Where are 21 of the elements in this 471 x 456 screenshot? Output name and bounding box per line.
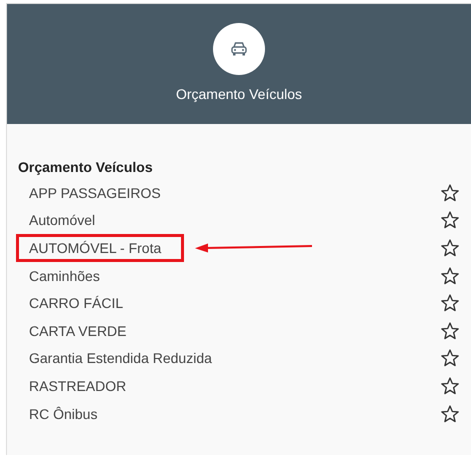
star-icon[interactable] — [440, 404, 460, 424]
star-icon[interactable] — [440, 266, 460, 286]
star-icon[interactable] — [440, 320, 460, 341]
star-icon[interactable] — [440, 348, 460, 368]
menu-link[interactable]: RC Ônibus — [26, 400, 120, 428]
menu-link[interactable]: RASTREADOR — [26, 372, 150, 400]
star-icon[interactable] — [440, 238, 460, 258]
car-icon — [213, 23, 265, 75]
star-icon[interactable] — [440, 210, 460, 230]
menu-link[interactable]: APP PASSAGEIROS — [26, 178, 184, 207]
menu-link[interactable]: Automóvel — [26, 206, 118, 234]
menu-link[interactable]: Garantia Estendida Reduzida — [26, 344, 235, 372]
group-heading: Orçamento Veículos — [18, 159, 154, 175]
star-icon[interactable] — [440, 293, 460, 314]
menu-link[interactable]: CARRO FÁCIL — [26, 289, 146, 318]
menu-link[interactable]: CARTA VERDE — [26, 316, 150, 345]
star-icon[interactable] — [440, 376, 460, 396]
panel-title: Orçamento Veículos — [176, 86, 302, 102]
star-icon[interactable] — [440, 182, 460, 203]
menu-link[interactable]: AUTOMÓVEL - Frota — [16, 234, 184, 262]
menu-link[interactable]: Caminhões — [26, 262, 123, 290]
